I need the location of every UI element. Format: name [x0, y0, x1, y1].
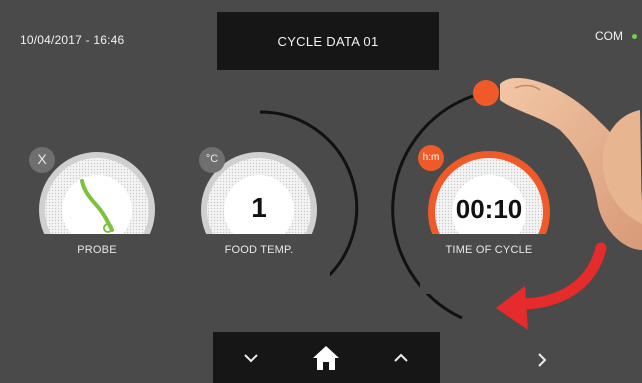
chevron-right-icon — [538, 353, 547, 367]
next-page-button[interactable] — [530, 348, 554, 372]
datetime-display: 10/04/2017 - 16:46 — [20, 33, 125, 47]
cycle-unit-badge: h:m — [422, 152, 440, 163]
chevron-up-icon — [394, 353, 408, 362]
down-button[interactable] — [221, 332, 281, 383]
food-temp-unit-badge: °C — [205, 153, 219, 165]
food-temp-value: 1 — [251, 192, 267, 223]
control-panel-screen: 10/04/2017 - 16:46 CYCLE DATA 01 COM X °… — [0, 0, 642, 383]
probe-gauge[interactable] — [29, 147, 164, 294]
home-button[interactable] — [296, 332, 356, 383]
probe-label: PROBE — [77, 244, 117, 256]
up-button[interactable] — [371, 332, 431, 383]
cycle-drag-handle[interactable] — [473, 80, 499, 106]
page-title: CYCLE DATA 01 — [217, 12, 439, 70]
com-status-indicator — [632, 34, 637, 39]
food-temp-label: FOOD TEMP. — [224, 244, 294, 256]
cycle-time-value: 00:10 — [455, 194, 523, 224]
bottom-navigation-bar — [213, 332, 440, 383]
probe-badge: X — [37, 151, 47, 167]
chevron-down-icon — [244, 353, 258, 362]
time-of-cycle-label: TIME OF CYCLE — [445, 244, 533, 256]
com-status-label: COM — [595, 29, 623, 43]
home-icon — [313, 345, 339, 370]
